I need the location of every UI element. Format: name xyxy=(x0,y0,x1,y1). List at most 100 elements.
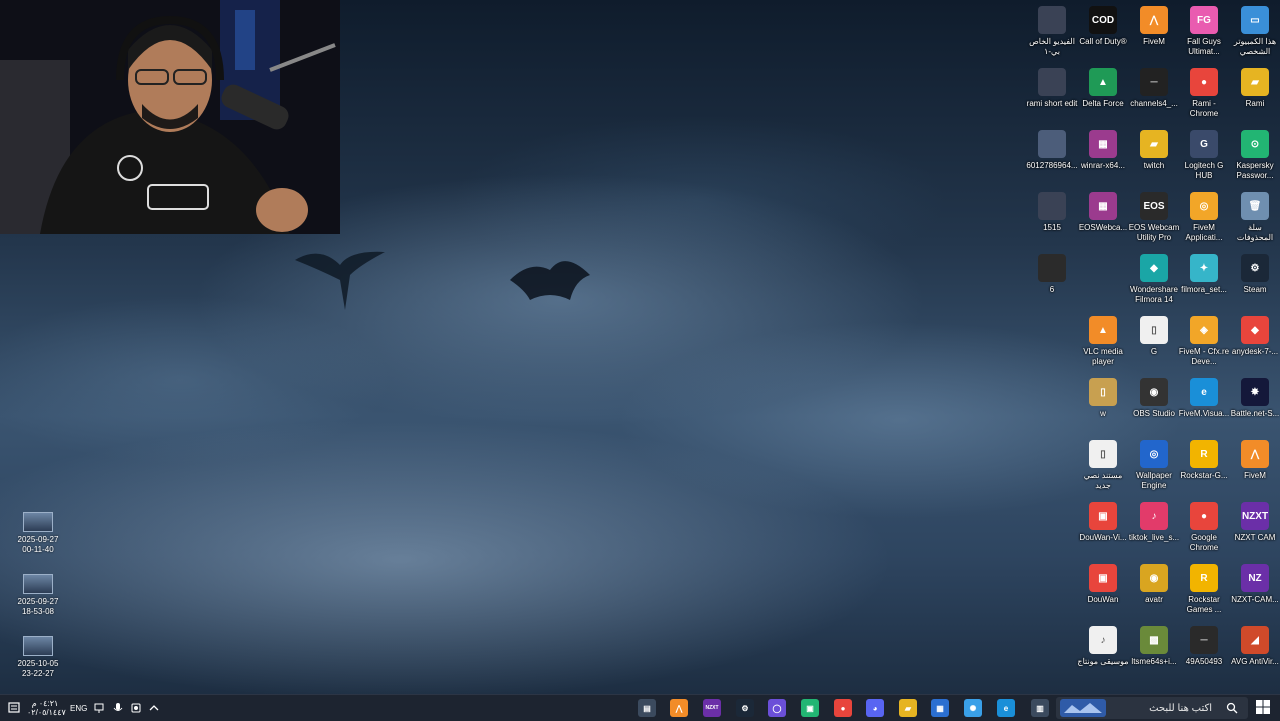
desktop-icon[interactable]: R Rockstar Games ... xyxy=(1178,562,1230,622)
network-icon[interactable] xyxy=(94,702,106,714)
desktop-icon[interactable]: R Rockstar-G... xyxy=(1178,438,1230,498)
nzxt-taskbar-icon[interactable]: NZXT xyxy=(703,699,721,717)
desktop-icon[interactable]: ● Google Chrome xyxy=(1178,500,1230,560)
edge-icon[interactable]: e xyxy=(997,699,1015,717)
obs-taskbar-icon[interactable]: ◯ xyxy=(768,699,786,717)
desktop-icon-label: NZXT-CAM... xyxy=(1231,595,1279,604)
app-icon: ◈ xyxy=(1190,316,1218,344)
desktop-icon[interactable]: ▯ G xyxy=(1128,314,1180,374)
desktop-icon[interactable]: e FiveM.Visua... xyxy=(1178,376,1230,436)
desktop-icon[interactable]: الفيديو الخاص بي-١ xyxy=(1026,4,1078,64)
desktop-icon-label: مستند نصي جديد xyxy=(1083,471,1123,490)
desktop-icon[interactable]: ▩ ltsme64s+i... xyxy=(1128,624,1180,684)
desktop-icon[interactable]: NZXT NZXT CAM xyxy=(1229,500,1280,560)
desktop-icon[interactable]: ◈ FiveM - Cfx.re Deve... xyxy=(1178,314,1230,374)
app-icon: ◢ xyxy=(1241,626,1269,654)
desktop-icon-label: Battle.net-S... xyxy=(1230,409,1280,418)
desktop-icon-label: EOS Webcam Utility Pro xyxy=(1128,223,1180,242)
app-icon: ─ xyxy=(1140,68,1168,96)
desktop-icon[interactable]: ▰ twitch xyxy=(1128,128,1180,188)
app-icon: e xyxy=(1190,378,1218,406)
thumbnail-icon xyxy=(23,574,53,594)
desktop-icon-label: G xyxy=(1150,347,1158,356)
desktop-icon[interactable]: ▦ winrar-x64... xyxy=(1077,128,1129,188)
notification-icon[interactable] xyxy=(8,702,20,714)
desktop-icon[interactable]: ▲ VLC media player xyxy=(1077,314,1129,374)
desktop-file-screenshot-2[interactable]: 2025-09-27 18-53-08 xyxy=(16,574,60,630)
fivem-taskbar-icon[interactable]: ⋀ xyxy=(670,699,688,717)
desktop-icon[interactable]: ▭ هذا الكمبيوتر الشخصي xyxy=(1229,4,1280,64)
app-icon: ● xyxy=(1190,502,1218,530)
app-icon: FG xyxy=(1190,6,1218,34)
desktop-icon[interactable]: ♪ موسيقى مونتاج xyxy=(1077,624,1129,684)
desktop-icon[interactable]: ◉ avatr xyxy=(1128,562,1180,622)
microphone-icon[interactable] xyxy=(113,702,123,714)
desktop-icon[interactable]: ◎ FiveM Applicati... xyxy=(1178,190,1230,250)
desktop-icon[interactable]: ◆ anydesk-7-... xyxy=(1229,314,1280,374)
desktop-icon[interactable]: ⋀ FiveM xyxy=(1128,4,1180,64)
desktop-icon-label: Call of Duty® xyxy=(1079,37,1127,46)
desktop-icon-label: Wondershare Filmora 14 xyxy=(1130,285,1178,304)
desktop-icon[interactable]: 🗑 سلة المحذوفات xyxy=(1229,190,1280,250)
desktop-icon[interactable]: ▯ مستند نصي جديد xyxy=(1077,438,1129,498)
store-icon[interactable]: ▦ xyxy=(931,699,949,717)
desktop-icon[interactable]: ▲ Delta Force xyxy=(1077,66,1129,126)
chrome-taskbar-icon[interactable]: ● xyxy=(834,699,852,717)
desktop-icon[interactable]: ▣ DouWan xyxy=(1077,562,1129,622)
desktop-icon[interactable]: 6 xyxy=(1026,252,1078,312)
desktop-icon[interactable]: FG Fall Guys Ultimat... xyxy=(1178,4,1230,64)
app-icon xyxy=(1038,130,1066,158)
desktop-icon[interactable]: rami short edit xyxy=(1026,66,1078,126)
desktop-icon[interactable]: NZ NZXT-CAM... xyxy=(1229,562,1280,622)
desktop-icon[interactable]: ─ channels4_... xyxy=(1128,66,1180,126)
desktop-icon[interactable]: EOS EOS Webcam Utility Pro xyxy=(1128,190,1180,250)
desktop-icon[interactable]: ◎ Wallpaper Engine xyxy=(1128,438,1180,498)
app-icon: ♪ xyxy=(1089,626,1117,654)
discord-taskbar-icon[interactable]: ◕ xyxy=(866,699,884,717)
desktop-icon[interactable]: ● Rami - Chrome xyxy=(1178,66,1230,126)
desktop-icon[interactable]: 6012786964... xyxy=(1026,128,1078,188)
desktop-file-screenshot-3[interactable]: 2025-10-05 23-22-27 xyxy=(16,636,60,692)
chevron-up-icon[interactable] xyxy=(149,703,159,713)
desktop-file-screenshot-1[interactable]: 2025-09-27 00-11-40 xyxy=(16,512,60,568)
desktop-icon[interactable]: ▰ Rami xyxy=(1229,66,1280,126)
search-box[interactable]: اكتب هنا للبحث xyxy=(1056,697,1248,719)
copilot-icon[interactable]: ✺ xyxy=(964,699,982,717)
speaker-icon[interactable] xyxy=(130,702,142,714)
file-explorer-icon[interactable]: ▰ xyxy=(899,699,917,717)
app-icon: G xyxy=(1190,130,1218,158)
desktop-icon[interactable]: COD Call of Duty® xyxy=(1077,4,1129,64)
desktop-icon-label: Rami xyxy=(1245,99,1265,108)
clock[interactable]: ٠٤:٢١ م ٠٢/٠٥/١٤٤٧ xyxy=(27,699,66,717)
desktop-icon[interactable]: ⋀ FiveM xyxy=(1229,438,1280,498)
app-icon: ─ xyxy=(1190,626,1218,654)
desktop-icon[interactable]: ✦ filmora_set... xyxy=(1178,252,1230,312)
desktop-icon[interactable]: G Logitech G HUB xyxy=(1178,128,1230,188)
task-view-icon[interactable]: ▥ xyxy=(1031,699,1049,717)
app-taskbar-icon[interactable]: ▣ xyxy=(801,699,819,717)
desktop-icon[interactable]: ▦ EOSWebca... xyxy=(1077,190,1129,250)
desktop-icon[interactable]: ◉ OBS Studio xyxy=(1128,376,1180,436)
desktop-icon-label: channels4_... xyxy=(1130,99,1178,108)
desktop-icon[interactable]: ◆ Wondershare Filmora 14 xyxy=(1128,252,1180,312)
desktop-icon[interactable]: ⚙ Steam xyxy=(1229,252,1280,312)
steam-taskbar-icon[interactable]: ⚙ xyxy=(736,699,754,717)
desktop-icon[interactable]: ▯ w xyxy=(1077,376,1129,436)
app-icon: ▩ xyxy=(1140,626,1168,654)
app-icon: ◆ xyxy=(1140,254,1168,282)
desktop-icon[interactable]: ─ 49A50493 xyxy=(1178,624,1230,684)
desktop-icon[interactable]: ▣ DouWan-Vi... xyxy=(1077,500,1129,560)
desktop-icon[interactable]: ⊙ Kaspersky Passwor... xyxy=(1229,128,1280,188)
app-icon: ◉ xyxy=(1140,378,1168,406)
windows-start-icon[interactable] xyxy=(1256,700,1270,714)
desktop-icon[interactable]: ◢ AVG AntiVir... xyxy=(1229,624,1280,684)
desktop-icon[interactable]: ✸ Battle.net-S... xyxy=(1229,376,1280,436)
app-icon: ⋀ xyxy=(1140,6,1168,34)
desktop-icon[interactable]: ♪ tiktok_live_s... xyxy=(1128,500,1180,560)
widgets-icon[interactable]: ▤ xyxy=(638,699,656,717)
app-icon: ▰ xyxy=(1140,130,1168,158)
desktop-icon-label: winrar-x64... xyxy=(1080,161,1125,170)
language-indicator[interactable]: ENG xyxy=(70,704,87,713)
desktop-icon-label: 1515 xyxy=(1043,223,1061,232)
desktop-icon[interactable]: 1515 xyxy=(1026,190,1078,250)
